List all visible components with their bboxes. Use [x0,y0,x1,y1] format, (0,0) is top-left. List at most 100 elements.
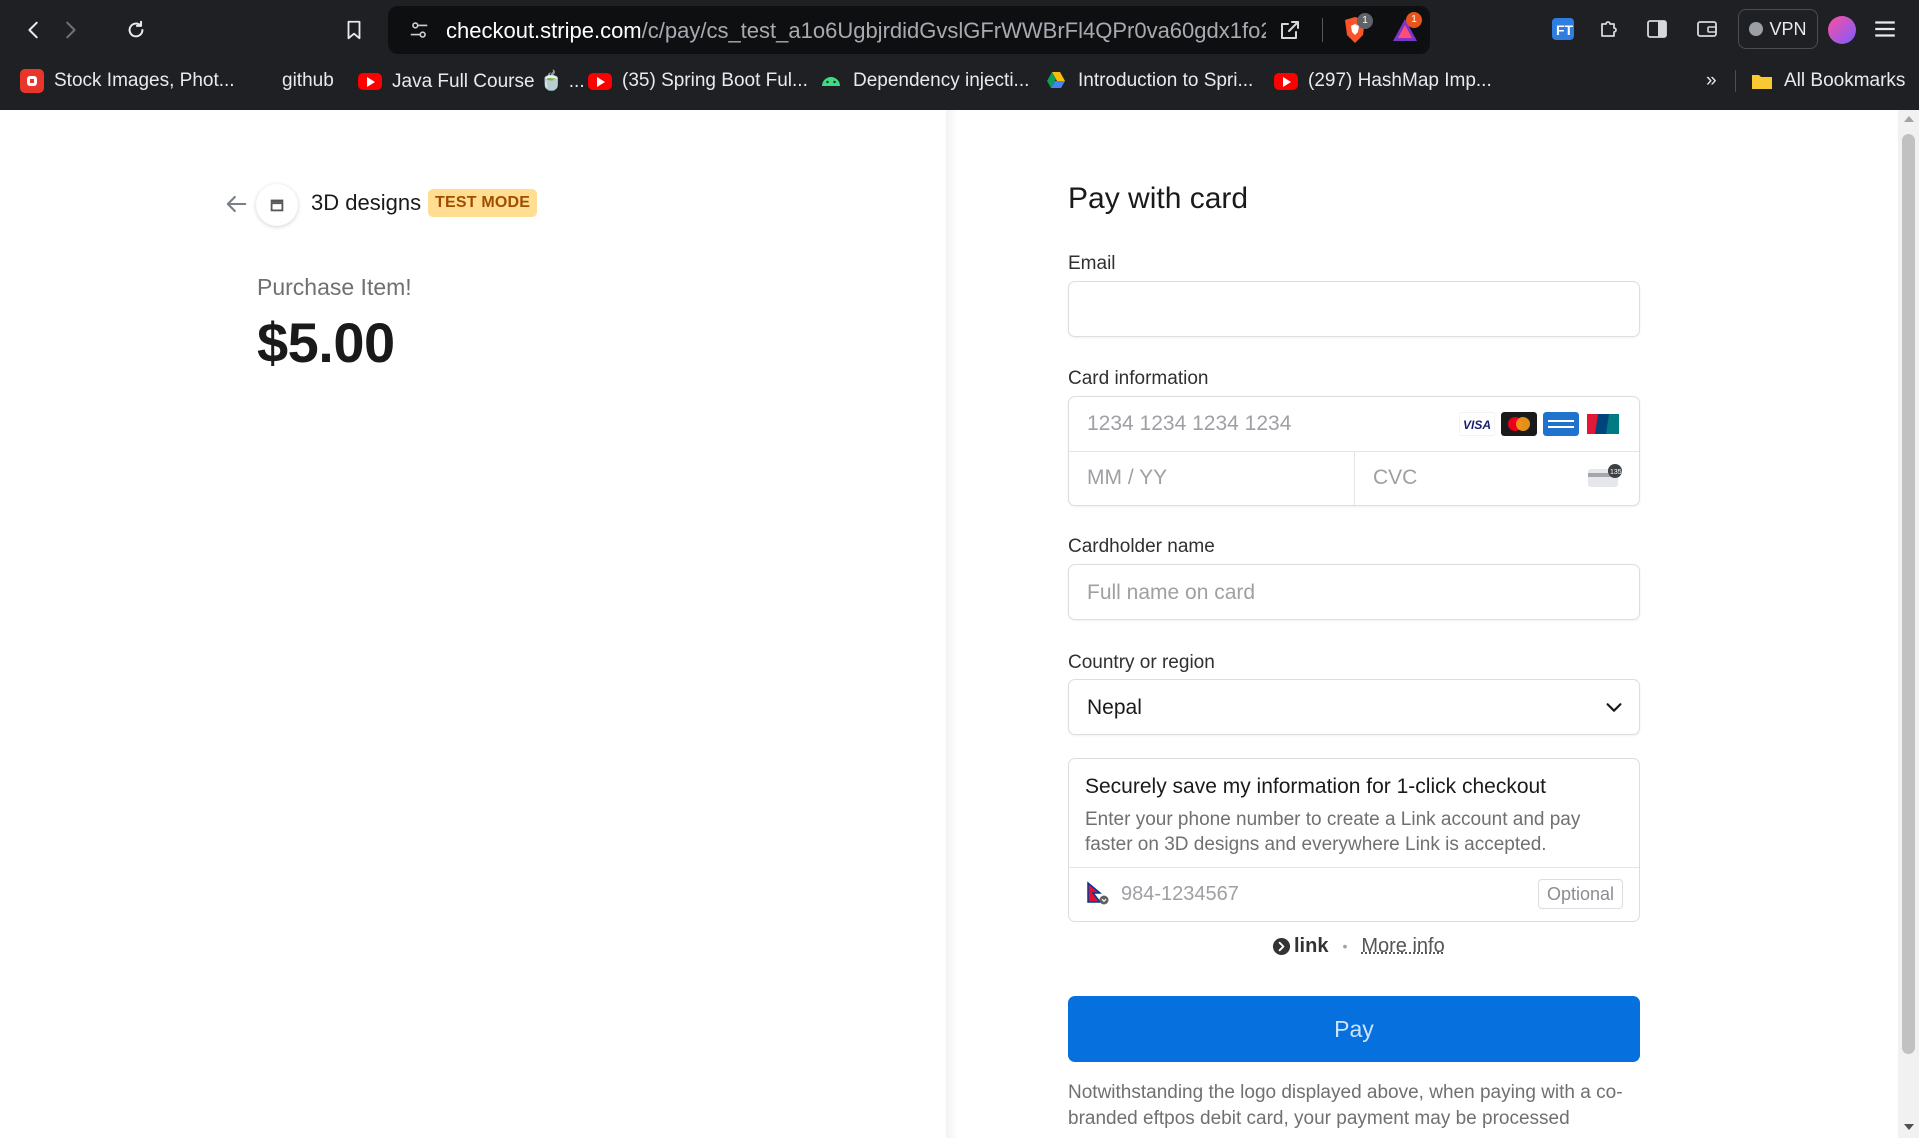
address-bar[interactable]: checkout.stripe.com/c/pay/cs_test_a1o6Ug… [388,6,1430,54]
url-text[interactable]: checkout.stripe.com/c/pay/cs_test_a1o6Ug… [446,18,1266,44]
nepal-flag-icon[interactable] [1085,881,1109,905]
all-bookmarks-label: All Bookmarks [1784,70,1906,91]
sidebar-toggle-button[interactable] [1642,14,1672,44]
card-number-placeholder: 1234 1234 1234 1234 [1087,412,1292,435]
wallet-button[interactable] [1692,14,1722,44]
email-label: Email [1068,253,1116,274]
youtube-icon [588,72,612,90]
expiry-placeholder: MM / YY [1087,466,1168,489]
link-footer: link • More info [1272,933,1445,959]
scroll-thumb[interactable] [1902,134,1915,1054]
bookmark-label: Dependency injecti... [853,70,1030,91]
shields-count-badge: 1 [1357,13,1373,29]
all-bookmarks-button[interactable]: All Bookmarks [1750,62,1905,100]
vpn-label: VPN [1769,18,1807,39]
cardholder-name-field[interactable]: Full name on card [1068,564,1640,620]
link-save-description: Enter your phone number to create a Link… [1085,809,1581,855]
cvc-input[interactable]: CVC 135 [1355,452,1639,505]
link-save-title: Securely save my information for 1-click… [1085,775,1547,798]
scroll-down-arrow-icon[interactable] [1904,1124,1914,1130]
youtube-icon [1274,72,1298,90]
bookmark-label: github [282,70,334,91]
card-info-label: Card information [1068,368,1209,389]
extension-button[interactable]: FT [1548,14,1578,44]
link-brand-text: link [1294,934,1329,957]
phone-input[interactable]: 984-1234567 Optional [1069,868,1639,922]
country-select[interactable]: Nepal [1068,679,1640,735]
cardholder-label: Cardholder name [1068,536,1215,557]
cvc-hint-text: 135 [1610,469,1622,476]
youtube-icon [358,72,382,90]
expiry-input[interactable]: MM / YY [1069,452,1354,505]
extensions-menu-button[interactable] [1594,14,1624,44]
bookmark-item[interactable]: Dependency injecti... [819,62,1029,100]
optional-tag: Optional [1537,879,1623,909]
vertical-scrollbar[interactable] [1898,110,1919,1138]
bookmark-item[interactable]: Java Full Course 🍵 ... [358,62,585,100]
form-title: Pay with card [1068,182,1249,215]
card-info-group: 1234 1234 1234 1234 VISA MM / YY CVC 135 [1068,396,1640,506]
back-button[interactable] [18,14,50,46]
phone-placeholder: 984-1234567 [1121,883,1239,905]
puzzle-icon [1601,21,1617,37]
brave-rewards-button[interactable]: 1 [1390,12,1422,45]
hamburger-menu-icon[interactable] [1872,16,1898,42]
visa-icon: VISA [1459,412,1495,436]
chevron-left-icon [28,21,38,39]
url-path: /c/pay/cs_test_a1o6UgbjrdidGvslGFrWWBrFl… [641,18,1266,43]
back-arrow-icon[interactable] [222,190,250,218]
bookmark-item[interactable]: (35) Spring Boot Ful... [588,62,808,100]
sidebar-icon [1647,20,1667,38]
pay-button[interactable]: Pay [1068,996,1640,1062]
chevron-down-icon [1606,703,1622,712]
total-price: $5.00 [257,311,395,374]
gdrive-icon [1047,72,1065,88]
link-save-info-card: Securely save my information for 1-click… [1068,758,1640,922]
country-label: Country or region [1068,652,1215,673]
overflow-label: » [1706,70,1717,91]
brave-shields-button[interactable]: 1 [1341,13,1373,45]
scroll-up-arrow-icon[interactable] [1904,116,1914,122]
bookmarks-overflow-button[interactable]: » [1706,62,1717,100]
bookmark-item[interactable]: Stock Images, Phot... [20,62,235,100]
rewards-count-badge: 1 [1406,12,1422,28]
card-number-input[interactable]: 1234 1234 1234 1234 VISA [1069,397,1639,451]
product-name: Purchase Item! [257,274,412,300]
order-summary-panel: 3D designs TEST MODE Purchase Item! $5.0… [0,110,946,1138]
bookmark-label: Stock Images, Phot... [54,70,235,91]
bookmarks-bar: Stock Images, Phot... github Java Full C… [0,62,1919,102]
bookmark-icon [347,20,361,40]
folder-icon [1752,75,1772,89]
url-separator [1322,18,1323,42]
bookmark-item[interactable]: Introduction to Spri... [1044,62,1253,100]
toolbar: checkout.stripe.com/c/pay/cs_test_a1o6Ug… [0,0,1919,60]
share-icon[interactable] [1278,18,1302,42]
country-value: Nepal [1087,696,1142,719]
url-host: checkout.stripe.com [446,18,642,43]
bookmark-page-button[interactable] [338,14,370,46]
bookmark-item[interactable]: github [282,62,334,100]
bookmark-label: Introduction to Spri... [1078,70,1254,91]
red-app-icon [20,69,44,93]
merchant-name: 3D designs [311,190,422,215]
unionpay-icon [1585,412,1621,436]
vpn-status-icon [1749,22,1764,36]
link-logo: link [1272,935,1328,958]
site-settings-icon[interactable] [408,19,430,41]
checkout-page: 3D designs TEST MODE Purchase Item! $5.0… [0,110,1898,1138]
more-info-link[interactable]: More info [1361,935,1444,958]
android-icon [822,77,840,86]
email-field[interactable] [1068,281,1640,337]
bookmarks-divider [1735,70,1736,92]
chevron-right-icon [66,21,76,39]
bookmark-item[interactable]: (297) HashMap Imp... [1274,62,1492,100]
cvc-placeholder: CVC [1373,466,1418,489]
forward-button[interactable] [54,14,86,46]
reload-button[interactable] [120,14,152,46]
vpn-button[interactable]: VPN [1738,9,1818,49]
profile-avatar[interactable] [1828,16,1856,44]
svg-text:FT: FT [1556,22,1574,38]
bookmark-label: (297) HashMap Imp... [1308,70,1492,91]
bookmark-label: Java Full Course 🍵 ... [392,71,585,92]
wallet-icon [1697,21,1717,37]
